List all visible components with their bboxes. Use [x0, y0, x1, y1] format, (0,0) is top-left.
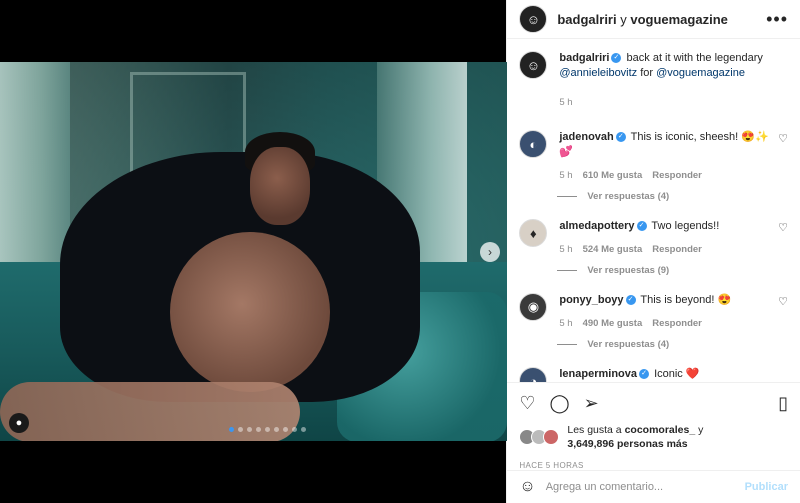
like-icon[interactable]: ♡	[519, 393, 535, 414]
comment-row: ◐ jadenovah ✓ This is iconic, sheesh! 😍✨💕…	[519, 130, 788, 183]
caption-row: ☺ badgalriri ✓ back at it with the legend…	[519, 51, 788, 110]
mention-link[interactable]: @voguemagazine	[656, 67, 745, 79]
view-replies-label: Ver respuestas (9)	[587, 265, 670, 276]
post-media: › ●	[0, 0, 507, 503]
caption-avatar[interactable]: ☺	[519, 51, 548, 79]
comments-list: ☺ badgalriri ✓ back at it with the legend…	[507, 39, 800, 382]
carousel-dot	[229, 427, 234, 432]
comment-icon[interactable]: ◯	[550, 393, 570, 414]
comment-time[interactable]: 5 h	[559, 168, 572, 183]
carousel-dots	[229, 427, 306, 432]
comment-avatar[interactable]: ◉	[519, 293, 548, 321]
comment-text: Two legends!!	[651, 220, 720, 232]
carousel-dot	[301, 427, 306, 432]
likes-prefix: Les gusta a	[567, 424, 625, 436]
comment-avatar[interactable]: ♦	[519, 219, 548, 247]
comment-username[interactable]: ponyy_boyy	[559, 294, 623, 306]
comment-username[interactable]: almedapottery	[559, 220, 634, 232]
tagged-user-icon[interactable]: ●	[9, 413, 29, 433]
comment-composer: ☺ Agrega un comentario... Publicar	[507, 470, 800, 503]
carousel-dot	[292, 427, 297, 432]
more-icon[interactable]: •••	[766, 9, 788, 30]
comment-time[interactable]: 5 h	[559, 316, 572, 331]
caption-text-mid: for	[637, 67, 657, 79]
post-header: ☺ badgalriri y voguemagazine •••	[507, 0, 800, 39]
view-replies-button[interactable]: Ver respuestas (4)	[557, 191, 788, 202]
comment-time[interactable]: 5 h	[559, 242, 572, 257]
chevron-right-icon: ›	[488, 245, 492, 259]
author-connector: y	[616, 11, 631, 27]
share-icon[interactable]: ➢	[584, 393, 599, 414]
comment-likes[interactable]: 524 Me gusta	[583, 242, 643, 257]
collab-link[interactable]: voguemagazine	[630, 12, 728, 27]
comment-row: ◉ ponyy_boyy ✓ This is beyond! 😍 5 h 490 M…	[519, 293, 788, 331]
caption-text: back at it with the legendary	[623, 52, 763, 64]
view-replies-button[interactable]: Ver respuestas (4)	[557, 339, 788, 350]
caption-time[interactable]: 5 h	[559, 95, 572, 110]
likes-suffix: y	[695, 424, 704, 436]
likes-summary: Les gusta a cocomorales_ y 3,649,896 per…	[507, 423, 800, 451]
emoji-icon[interactable]: ☺	[519, 478, 535, 496]
figure-legs	[0, 382, 300, 441]
figure-torso	[170, 232, 330, 392]
comment-avatar[interactable]: ◑	[519, 367, 548, 382]
verified-icon: ✓	[625, 295, 636, 306]
author-link[interactable]: badgalriri	[557, 12, 616, 27]
publish-button[interactable]: Publicar	[745, 481, 788, 493]
heart-icon[interactable]: ♡	[778, 132, 788, 145]
comment-input[interactable]: Agrega un comentario...	[546, 481, 745, 493]
post-sidebar: ☺ badgalriri y voguemagazine ••• ☺ badga…	[506, 0, 800, 503]
verified-icon: ✓	[636, 221, 647, 232]
carousel-dot	[265, 427, 270, 432]
comment-avatar[interactable]: ◐	[519, 130, 548, 158]
comment-username[interactable]: lenaperminova	[559, 368, 637, 380]
replies-line	[557, 344, 578, 345]
verified-icon: ✓	[615, 132, 626, 143]
comment-row: ♦ almedapottery ✓ Two legends!! 5 h 524 Me…	[519, 219, 788, 257]
figure-head	[250, 147, 310, 225]
view-replies-label: Ver respuestas (4)	[587, 339, 670, 350]
comment-text: This is beyond! 😍	[640, 294, 732, 306]
comment-row: ◑ lenaperminova ✓ Iconic ❤️	[519, 367, 788, 382]
reply-button[interactable]: Responder	[652, 242, 702, 257]
view-replies-button[interactable]: Ver respuestas (9)	[557, 265, 788, 276]
carousel-dot	[283, 427, 288, 432]
comment-text: Iconic ❤️	[654, 368, 700, 380]
carousel-dot	[274, 427, 279, 432]
verified-icon: ✓	[639, 369, 649, 380]
replies-line	[557, 270, 578, 271]
bookmark-icon[interactable]: ▯	[778, 393, 788, 414]
author-avatar[interactable]: ☺	[519, 5, 548, 33]
heart-icon[interactable]: ♡	[778, 221, 788, 234]
replies-line	[557, 196, 578, 197]
view-replies-label: Ver respuestas (4)	[587, 191, 670, 202]
carousel-next-button[interactable]: ›	[480, 242, 500, 262]
comment-likes[interactable]: 490 Me gusta	[583, 316, 643, 331]
carousel-dot	[256, 427, 261, 432]
verified-icon: ✓	[611, 53, 622, 64]
mention-link[interactable]: @annieleibovitz	[559, 67, 637, 79]
comment-username[interactable]: jadenovah	[559, 131, 613, 143]
caption-username[interactable]: badgalriri	[559, 52, 609, 64]
carousel-dot	[247, 427, 252, 432]
post-authors: badgalriri y voguemagazine	[557, 12, 766, 27]
post-timestamp[interactable]: HACE 5 HORAS	[507, 451, 800, 470]
reply-button[interactable]: Responder	[652, 168, 702, 183]
heart-icon[interactable]: ♡	[778, 295, 788, 308]
carousel-dot	[238, 427, 243, 432]
liker-avatars	[519, 429, 560, 445]
liker-username[interactable]: cocomorales_	[625, 424, 696, 436]
post-photo[interactable]	[0, 62, 507, 441]
post-actions: ♡ ◯ ➢ ▯	[507, 382, 800, 423]
comment-likes[interactable]: 610 Me gusta	[583, 168, 643, 183]
reply-button[interactable]: Responder	[652, 316, 702, 331]
likes-count[interactable]: 3,649,896 personas más	[567, 438, 687, 450]
